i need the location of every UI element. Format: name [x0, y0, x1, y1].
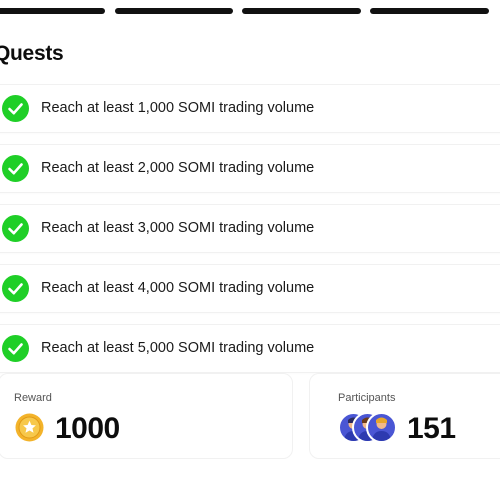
participants-label: Participants [338, 392, 396, 404]
quest-item[interactable]: Reach at least 2,000 SOMI trading volume [0, 144, 500, 193]
quest-label: Reach at least 1,000 SOMI trading volume [41, 100, 315, 116]
progress-segment [115, 8, 233, 14]
check-circle-icon [2, 335, 29, 362]
quest-list: Reach at least 1,000 SOMI trading volume… [0, 84, 500, 384]
user-avatar-icon [366, 412, 397, 443]
check-circle-icon [2, 95, 29, 122]
quest-label: Reach at least 5,000 SOMI trading volume [41, 340, 315, 356]
quest-label: Reach at least 3,000 SOMI trading volume [41, 220, 315, 236]
check-circle-icon [2, 275, 29, 302]
quest-item[interactable]: Reach at least 3,000 SOMI trading volume [0, 204, 500, 253]
progress-segment [0, 8, 105, 14]
quest-label: Reach at least 2,000 SOMI trading volume [41, 160, 315, 176]
quest-item[interactable]: Reach at least 4,000 SOMI trading volume [0, 264, 500, 313]
reward-card: Reward 1000 [0, 373, 293, 459]
participants-card: Participants 151 [309, 373, 500, 459]
reward-label: Reward [14, 392, 52, 404]
star-coin-icon [15, 413, 44, 442]
participants-value: 151 [407, 412, 456, 445]
reward-value: 1000 [55, 412, 120, 445]
progress-segment [242, 8, 361, 14]
quest-item[interactable]: Reach at least 1,000 SOMI trading volume [0, 84, 500, 133]
check-circle-icon [2, 215, 29, 242]
quests-title: Quests [0, 42, 64, 65]
quest-item[interactable]: Reach at least 5,000 SOMI trading volume [0, 324, 500, 373]
progress-segment [370, 8, 489, 14]
check-circle-icon [2, 155, 29, 182]
quest-label: Reach at least 4,000 SOMI trading volume [41, 280, 315, 296]
